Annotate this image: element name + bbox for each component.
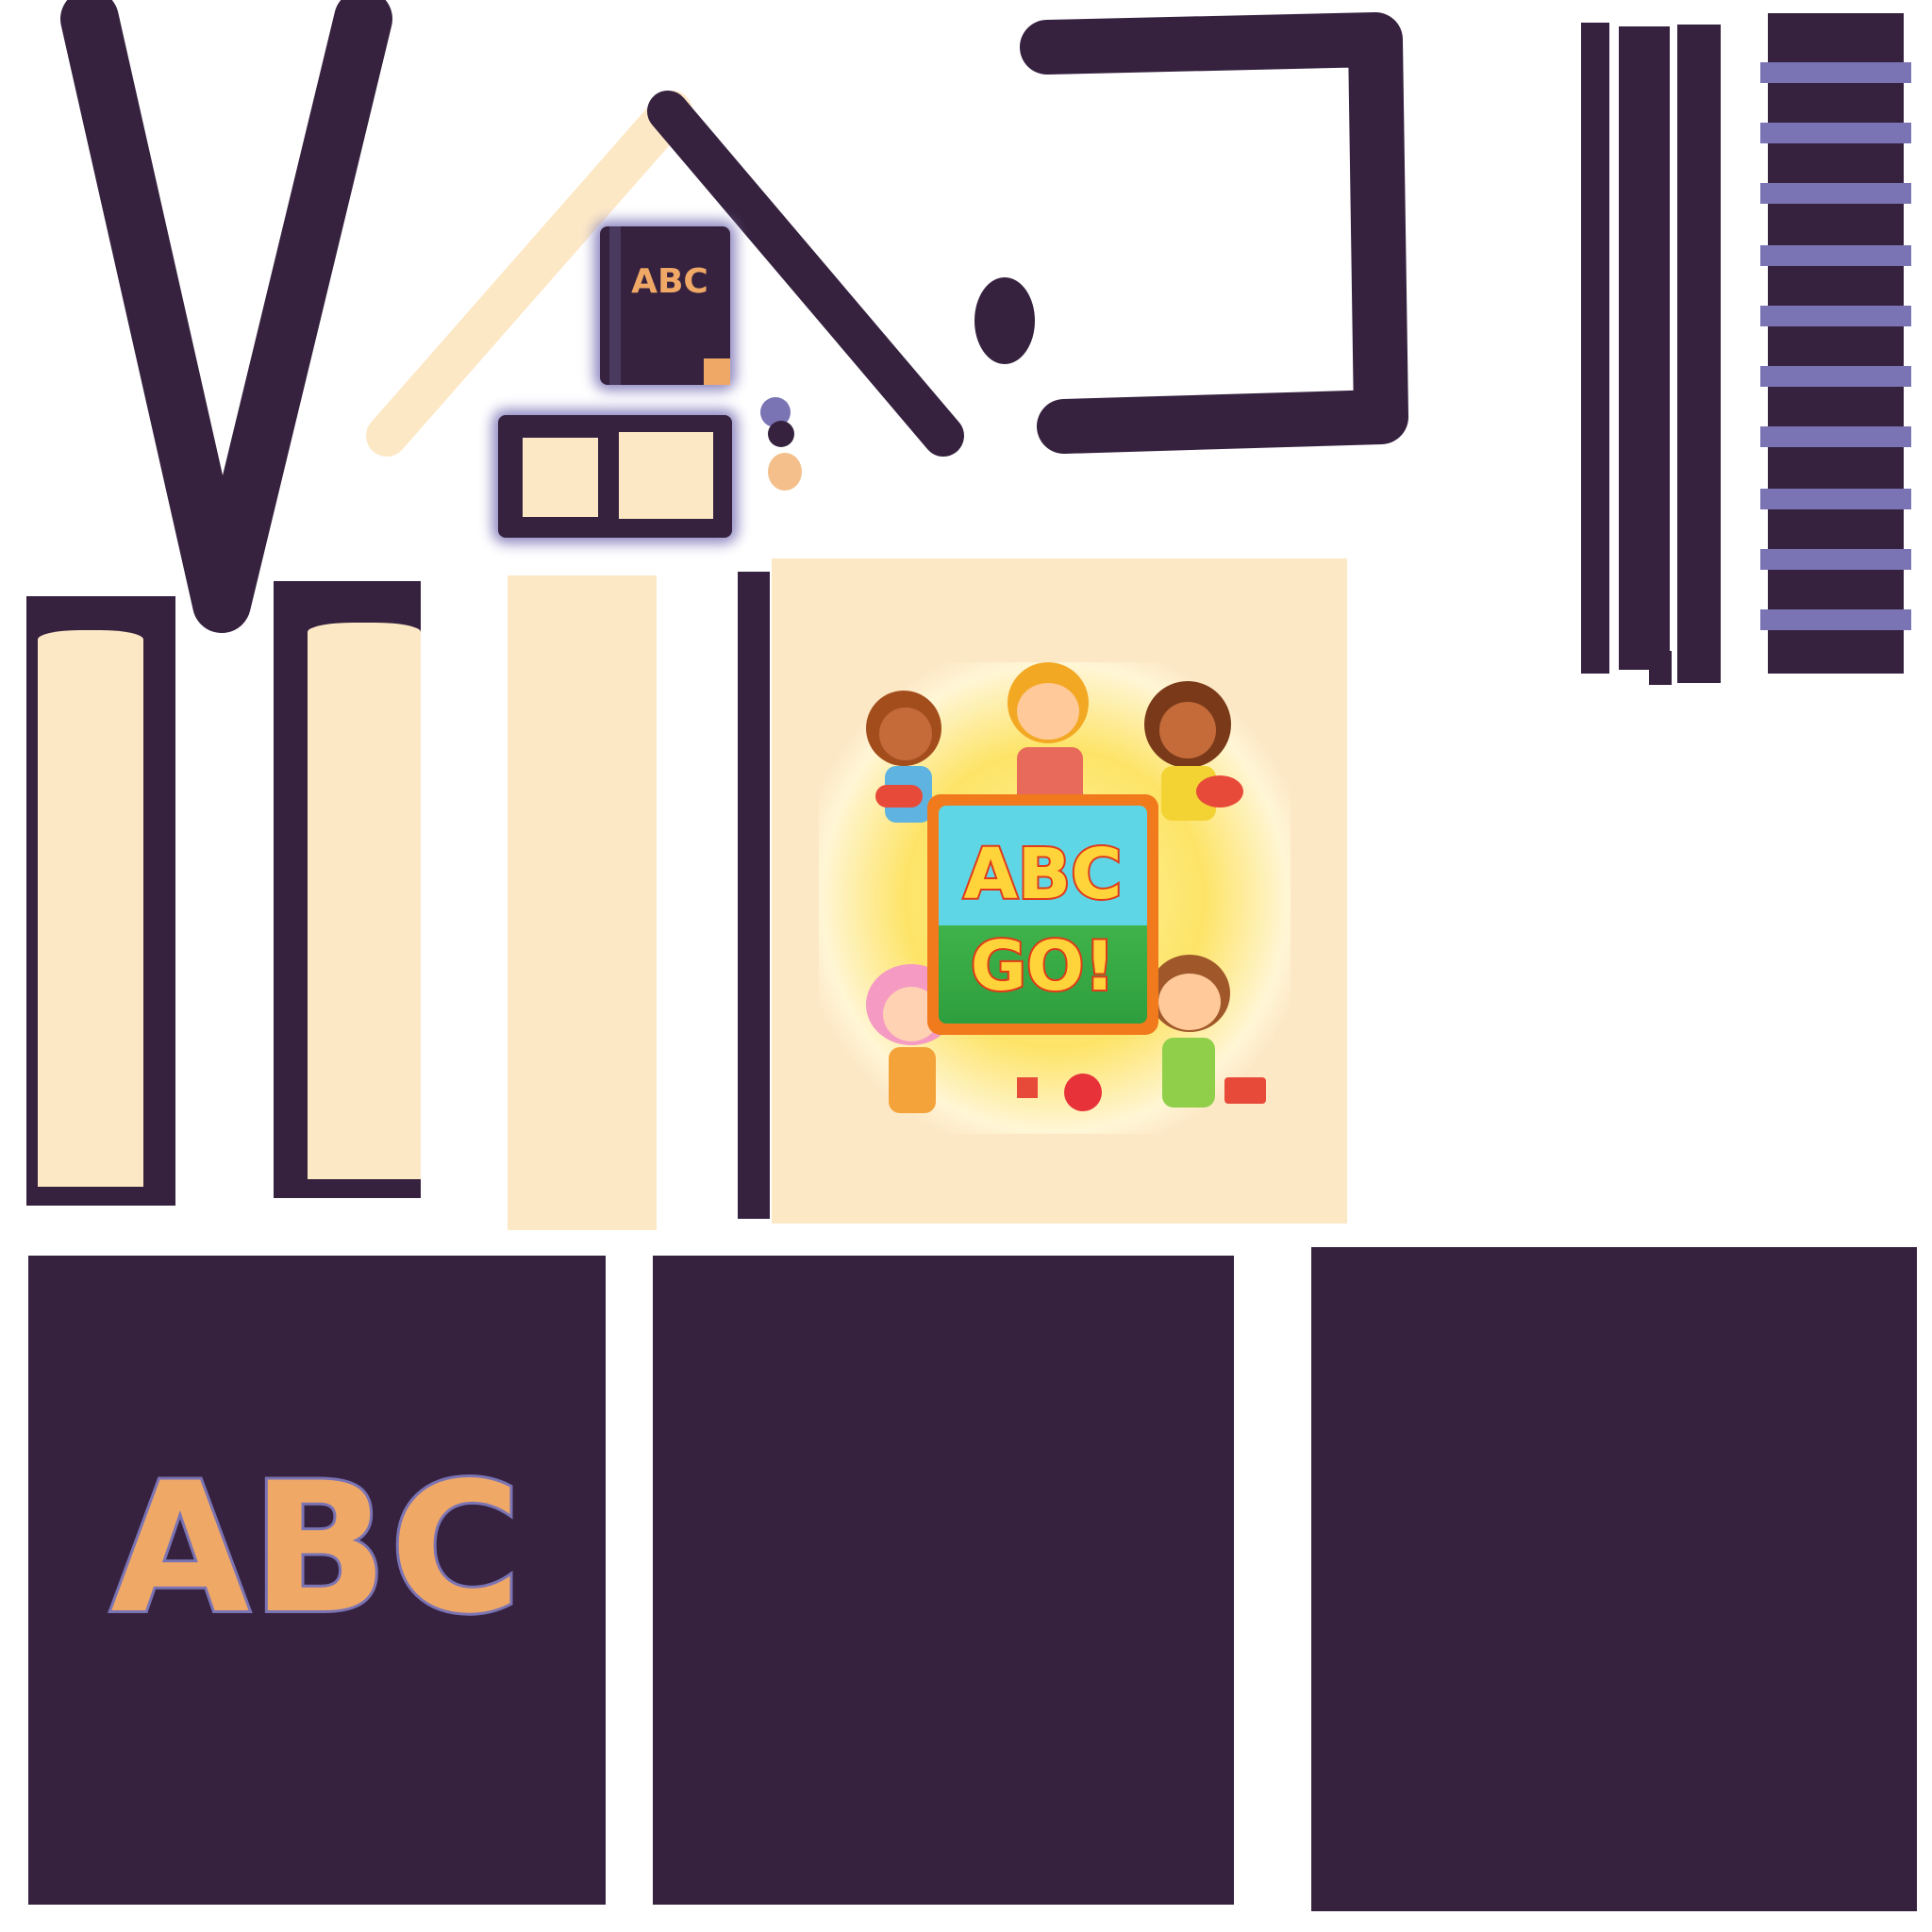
toy-helicopter-icon [1196, 775, 1243, 808]
toy-plane-icon [875, 785, 923, 808]
bar-1 [1581, 23, 1609, 674]
book-corner [704, 358, 730, 385]
bar-2 [1619, 26, 1670, 670]
ladder-rung [1760, 549, 1911, 570]
column-middle-inner [308, 623, 421, 1179]
window-pane-left [523, 438, 598, 517]
small-dark-dot [768, 421, 794, 447]
thin-dark-strip [738, 572, 770, 1219]
cover-title-abc: ABC [962, 832, 1124, 917]
ladder-strip [1760, 13, 1911, 674]
window-pane-right [619, 432, 713, 519]
v-stroke [60, 0, 392, 633]
book-spine [609, 226, 621, 385]
ladder-rung [1760, 245, 1911, 266]
book-icon-label: ABC [631, 262, 708, 301]
cover-art-panel: ABC GO! [772, 558, 1347, 1224]
dark-panel-middle [653, 1256, 1234, 1905]
ladder-rung [1760, 62, 1911, 83]
bar-3 [1677, 25, 1721, 683]
window-frame [498, 415, 732, 538]
toy-train-icon [1224, 1077, 1266, 1104]
ladder-rung [1760, 183, 1911, 204]
ladder-rung [1760, 426, 1911, 447]
small-cream-dot [768, 453, 802, 491]
cover-title-sign: ABC GO! [927, 794, 1158, 1035]
abc-panel-text: ABC [108, 1441, 524, 1656]
texture-atlas: ABC ABC GO! ABC [0, 0, 1932, 1932]
column-left-inner [38, 630, 143, 1187]
column-middle [274, 581, 421, 1198]
dark-dot [974, 277, 1035, 364]
ladder-rung [1760, 306, 1911, 326]
book-icon: ABC [600, 226, 730, 385]
bar-2-notch [1649, 651, 1672, 685]
ladder-rung [1760, 489, 1911, 509]
column-left [26, 596, 175, 1206]
cream-board [508, 575, 657, 1230]
ladder-rung [1760, 366, 1911, 387]
dark-panel-right [1311, 1247, 1917, 1911]
ladder-rung [1760, 609, 1911, 630]
bracket-stroke [1020, 12, 1408, 454]
abc-panel: ABC [28, 1256, 606, 1905]
toy-block-icon [1017, 1077, 1038, 1098]
ladder-rung [1760, 123, 1911, 143]
toy-ball-icon [1064, 1074, 1102, 1111]
cover-title-go: GO! [969, 924, 1117, 1008]
